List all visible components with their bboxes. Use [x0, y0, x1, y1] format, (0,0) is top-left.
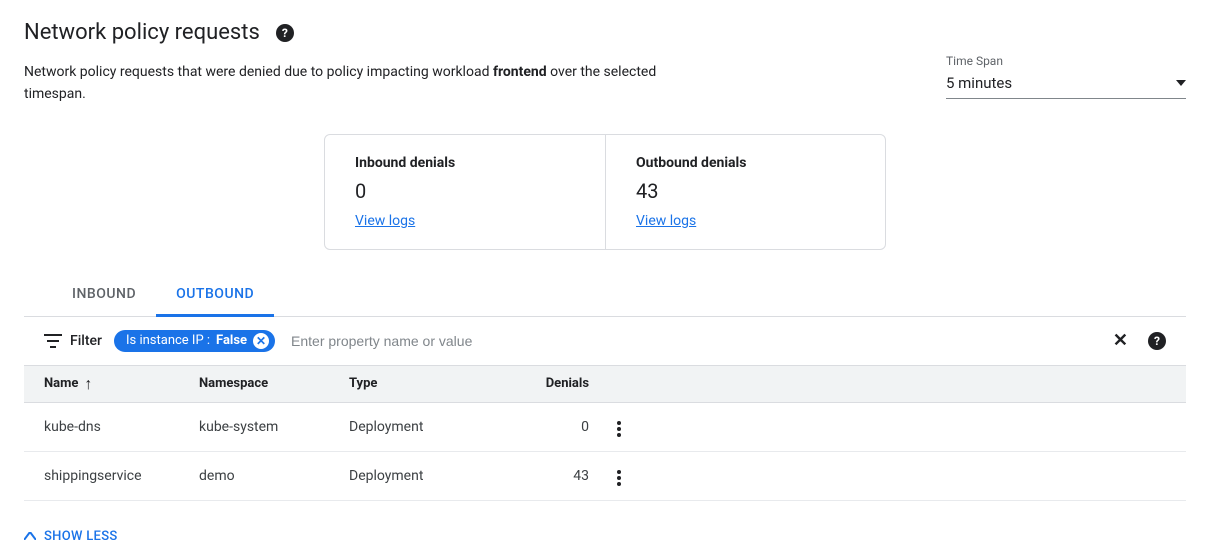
tab-outbound[interactable]: Outbound: [156, 274, 274, 317]
table-row: kube-dns kube-system Deployment 0: [24, 403, 1186, 452]
filter-help-icon[interactable]: ?: [1148, 332, 1166, 350]
filter-chip-value: False: [216, 333, 247, 348]
table-header: Name ↑ Namespace Type Denials: [24, 366, 1186, 403]
outbound-denials-value: 43: [636, 179, 855, 203]
clear-filter-icon[interactable]: ✕: [1105, 330, 1136, 351]
cell-namespace: kube-system: [199, 419, 349, 435]
row-actions-icon[interactable]: [609, 466, 629, 490]
page-description: Network policy requests that were denied…: [24, 61, 664, 106]
cell-namespace: demo: [199, 468, 349, 484]
filter-chip-key: Is instance IP :: [126, 333, 210, 348]
outbound-view-logs-link[interactable]: View logs: [636, 213, 696, 229]
chevron-down-icon: [1176, 80, 1186, 86]
denial-cards: Inbound denials 0 View logs Outbound den…: [324, 134, 886, 250]
header-namespace[interactable]: Namespace: [199, 376, 349, 391]
tabs: Inbound Outbound: [24, 274, 1186, 317]
outbound-denials-card: Outbound denials 43 View logs: [605, 135, 885, 249]
page-title: Network policy requests: [24, 20, 260, 45]
filter-chip[interactable]: Is instance IP : False ✕: [114, 330, 275, 352]
timespan-label: Time Span: [946, 54, 1186, 68]
inbound-denials-card: Inbound denials 0 View logs: [325, 135, 605, 249]
description-prefix: Network policy requests that were denied…: [24, 64, 493, 80]
help-icon[interactable]: ?: [276, 24, 294, 42]
header-name-text: Name: [44, 376, 78, 391]
filter-label: Filter: [44, 333, 102, 349]
chip-close-icon[interactable]: ✕: [253, 333, 269, 349]
filter-input[interactable]: [287, 327, 1093, 355]
timespan-select[interactable]: 5 minutes: [946, 70, 1186, 99]
cell-denials: 0: [519, 419, 589, 435]
filter-text: Filter: [70, 333, 102, 349]
timespan-value: 5 minutes: [946, 74, 1012, 92]
denials-table: Name ↑ Namespace Type Denials kube-dns k…: [24, 366, 1186, 501]
inbound-denials-label: Inbound denials: [355, 155, 575, 171]
header-denials[interactable]: Denials: [519, 376, 589, 391]
cell-name: kube-dns: [44, 419, 199, 435]
filter-icon: [44, 333, 62, 349]
outbound-denials-label: Outbound denials: [636, 155, 855, 171]
filter-bar: Filter Is instance IP : False ✕ ✕ ?: [24, 317, 1186, 366]
row-actions-icon[interactable]: [609, 417, 629, 441]
cell-denials: 43: [519, 468, 589, 484]
show-less-label: Show less: [44, 529, 118, 544]
tab-inbound[interactable]: Inbound: [52, 274, 156, 317]
description-workload: frontend: [493, 64, 547, 80]
show-less-button[interactable]: Show less: [24, 529, 118, 544]
inbound-view-logs-link[interactable]: View logs: [355, 213, 415, 229]
chevron-up-icon: [24, 532, 36, 540]
header-type[interactable]: Type: [349, 376, 519, 391]
sort-ascending-icon: ↑: [84, 376, 92, 392]
table-row: shippingservice demo Deployment 43: [24, 452, 1186, 501]
inbound-denials-value: 0: [355, 179, 575, 203]
cell-type: Deployment: [349, 419, 519, 435]
cell-name: shippingservice: [44, 468, 199, 484]
cell-type: Deployment: [349, 468, 519, 484]
header-name[interactable]: Name ↑: [44, 376, 199, 392]
